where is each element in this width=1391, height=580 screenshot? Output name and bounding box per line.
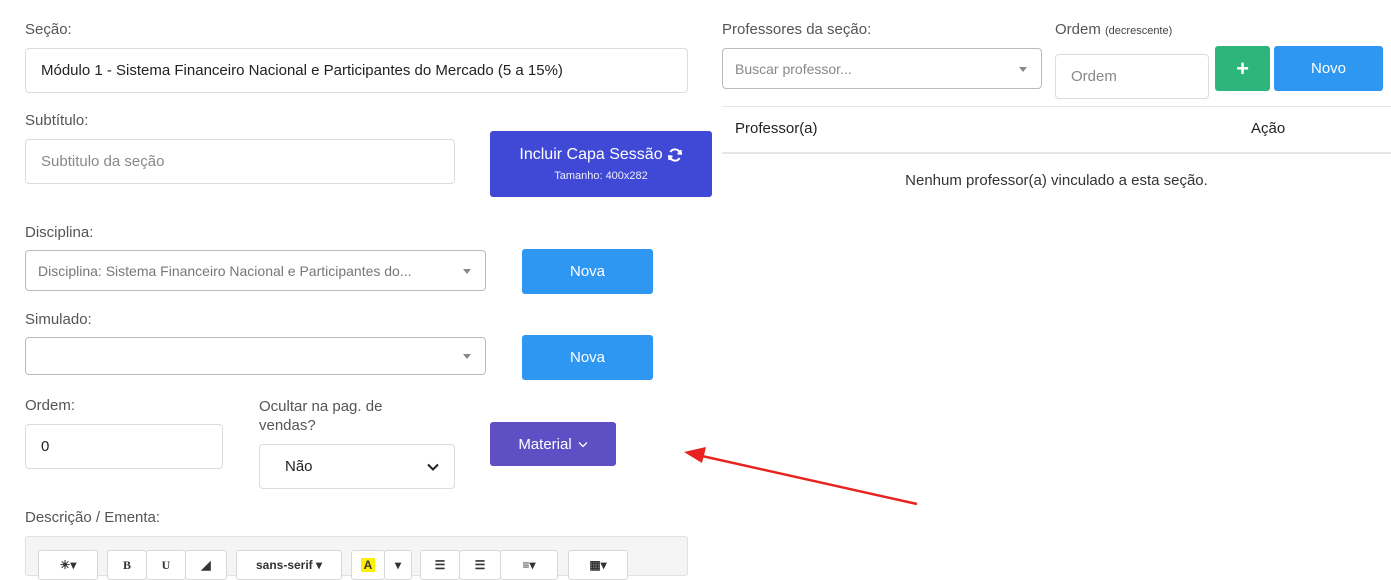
- professors-order-title: Ordem: [1055, 21, 1101, 38]
- list-ol-icon: ☰: [474, 558, 486, 572]
- ordered-list-button[interactable]: ☰: [459, 550, 501, 580]
- caret-icon: ▾: [312, 558, 323, 572]
- unordered-list-button[interactable]: ☰: [420, 550, 460, 580]
- column-header-action: Ação: [1251, 120, 1286, 137]
- highlight-icon: A: [360, 558, 376, 572]
- professor-order-input[interactable]: Ordem: [1055, 54, 1209, 99]
- table-button[interactable]: ▦▾: [568, 550, 628, 580]
- plus-icon: +: [1236, 55, 1249, 81]
- underline-button[interactable]: U: [146, 550, 186, 580]
- new-professor-button[interactable]: Novo: [1274, 46, 1383, 91]
- caret-icon: ▾: [394, 558, 402, 572]
- table-icon: ▦▾: [589, 558, 607, 572]
- professors-order-hint: (decrescente): [1105, 25, 1173, 37]
- description-label: Descrição / Ementa:: [25, 509, 161, 526]
- magic-style-button[interactable]: ☀▾: [38, 550, 98, 580]
- professor-order-placeholder: Ordem: [1071, 68, 1117, 85]
- list-ul-icon: ☰: [434, 558, 446, 572]
- professors-order-label: Ordem (decrescente): [1055, 21, 1172, 38]
- highlight-color-button[interactable]: A: [351, 550, 385, 580]
- empty-table-message: Nenhum professor(a) vinculado a esta seç…: [905, 172, 1208, 189]
- professors-label: Professores da seção:: [722, 21, 872, 38]
- magic-icon: ☀▾: [59, 558, 77, 572]
- professor-search-select[interactable]: Buscar professor...: [722, 48, 1042, 89]
- eraser-button[interactable]: ◢: [185, 550, 227, 580]
- paragraph-align-button[interactable]: ≡▾: [500, 550, 558, 580]
- color-dropdown-button[interactable]: ▾: [384, 550, 412, 580]
- font-family-button[interactable]: sans-serif ▾: [236, 550, 342, 580]
- table-header-divider: [722, 152, 1391, 154]
- font-family-label: sans-serif: [255, 558, 313, 572]
- add-professor-button[interactable]: +: [1215, 46, 1270, 91]
- chevron-down-icon: [1019, 66, 1027, 72]
- bold-button[interactable]: B: [107, 550, 147, 580]
- column-header-professor: Professor(a): [735, 120, 818, 137]
- professor-search-placeholder: Buscar professor...: [735, 60, 852, 77]
- table-top-divider: [722, 106, 1391, 107]
- align-icon: ≡▾: [522, 558, 536, 572]
- eraser-icon: ◢: [201, 558, 211, 572]
